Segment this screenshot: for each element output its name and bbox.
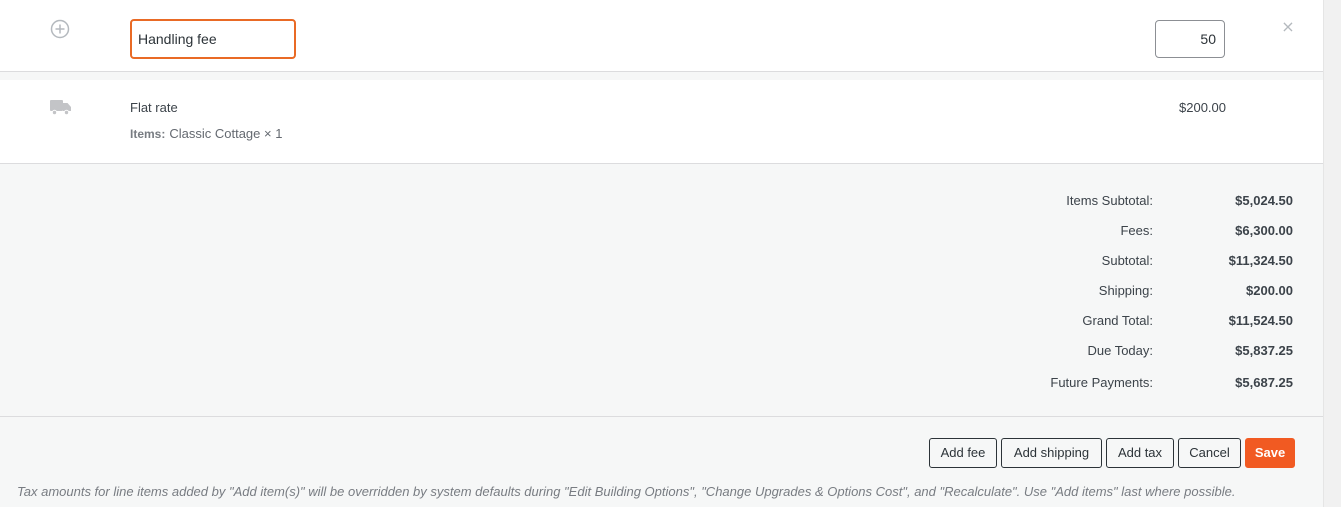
- totals-value: $5,024.50: [1235, 193, 1293, 208]
- totals-row-grand-total: Grand Total: $11,524.50: [0, 313, 1323, 333]
- add-tax-button[interactable]: Add tax: [1106, 438, 1174, 468]
- shipping-method-name: Flat rate: [130, 100, 178, 115]
- fee-amount-input[interactable]: [1155, 20, 1225, 58]
- add-fee-button[interactable]: Add fee: [929, 438, 997, 468]
- shipping-items: Items: Classic Cottage × 1: [130, 126, 282, 141]
- tax-notice: Tax amounts for line items added by "Add…: [17, 484, 1236, 499]
- totals-value: $5,687.25: [1235, 375, 1293, 390]
- totals-label: Subtotal:: [1101, 253, 1153, 268]
- totals-label: Shipping:: [1098, 283, 1153, 298]
- totals-value: $200.00: [1246, 283, 1293, 298]
- totals-row-shipping: Shipping: $200.00: [0, 283, 1323, 303]
- shipping-items-value: Classic Cottage × 1: [169, 126, 283, 141]
- close-icon[interactable]: ×: [1280, 18, 1296, 36]
- add-shipping-button[interactable]: Add shipping: [1001, 438, 1102, 468]
- totals-label: Fees:: [1120, 223, 1153, 238]
- totals-row-fees: Fees: $6,300.00: [0, 223, 1323, 243]
- fee-line-item: ×: [0, 0, 1323, 72]
- totals-label: Items Subtotal:: [1066, 193, 1153, 208]
- shipping-amount: $200.00: [1179, 100, 1226, 115]
- cancel-button[interactable]: Cancel: [1178, 438, 1241, 468]
- totals-label: Future Payments:: [1050, 375, 1153, 390]
- shipping-line-item: Flat rate Items: Classic Cottage × 1 $200…: [0, 80, 1323, 164]
- scrollbar[interactable]: [1323, 0, 1341, 507]
- totals-label: Grand Total:: [1082, 313, 1153, 328]
- totals-label: Due Today:: [1087, 343, 1153, 358]
- totals-row-subtotal: Subtotal: $11,324.50: [0, 253, 1323, 273]
- truck-icon: [50, 99, 72, 116]
- order-actions: Add fee Add shipping Add tax Cancel Save…: [0, 417, 1323, 507]
- totals-row-future-payments: Future Payments: $5,687.25: [0, 375, 1323, 395]
- totals-value: $6,300.00: [1235, 223, 1293, 238]
- order-items-panel: × Flat rate Items:Classic Cottage × 1 $2…: [0, 0, 1341, 507]
- order-items-main: × Flat rate Items:Classic Cottage × 1 $2…: [0, 0, 1323, 507]
- order-totals: Items Subtotal: $5,024.50 Fees: $6,300.0…: [0, 164, 1323, 417]
- totals-row-due-today: Due Today: $5,837.25: [0, 343, 1323, 363]
- totals-row-items-subtotal: Items Subtotal: $5,024.50: [0, 193, 1323, 213]
- save-button[interactable]: Save: [1245, 438, 1295, 468]
- fee-name-input[interactable]: [130, 19, 296, 59]
- totals-value: $11,524.50: [1228, 313, 1293, 328]
- plus-circle-icon: [50, 19, 70, 39]
- totals-value: $5,837.25: [1235, 343, 1293, 358]
- shipping-items-label: Items:: [130, 127, 166, 141]
- row-divider: [0, 72, 1323, 80]
- totals-value: $11,324.50: [1228, 253, 1293, 268]
